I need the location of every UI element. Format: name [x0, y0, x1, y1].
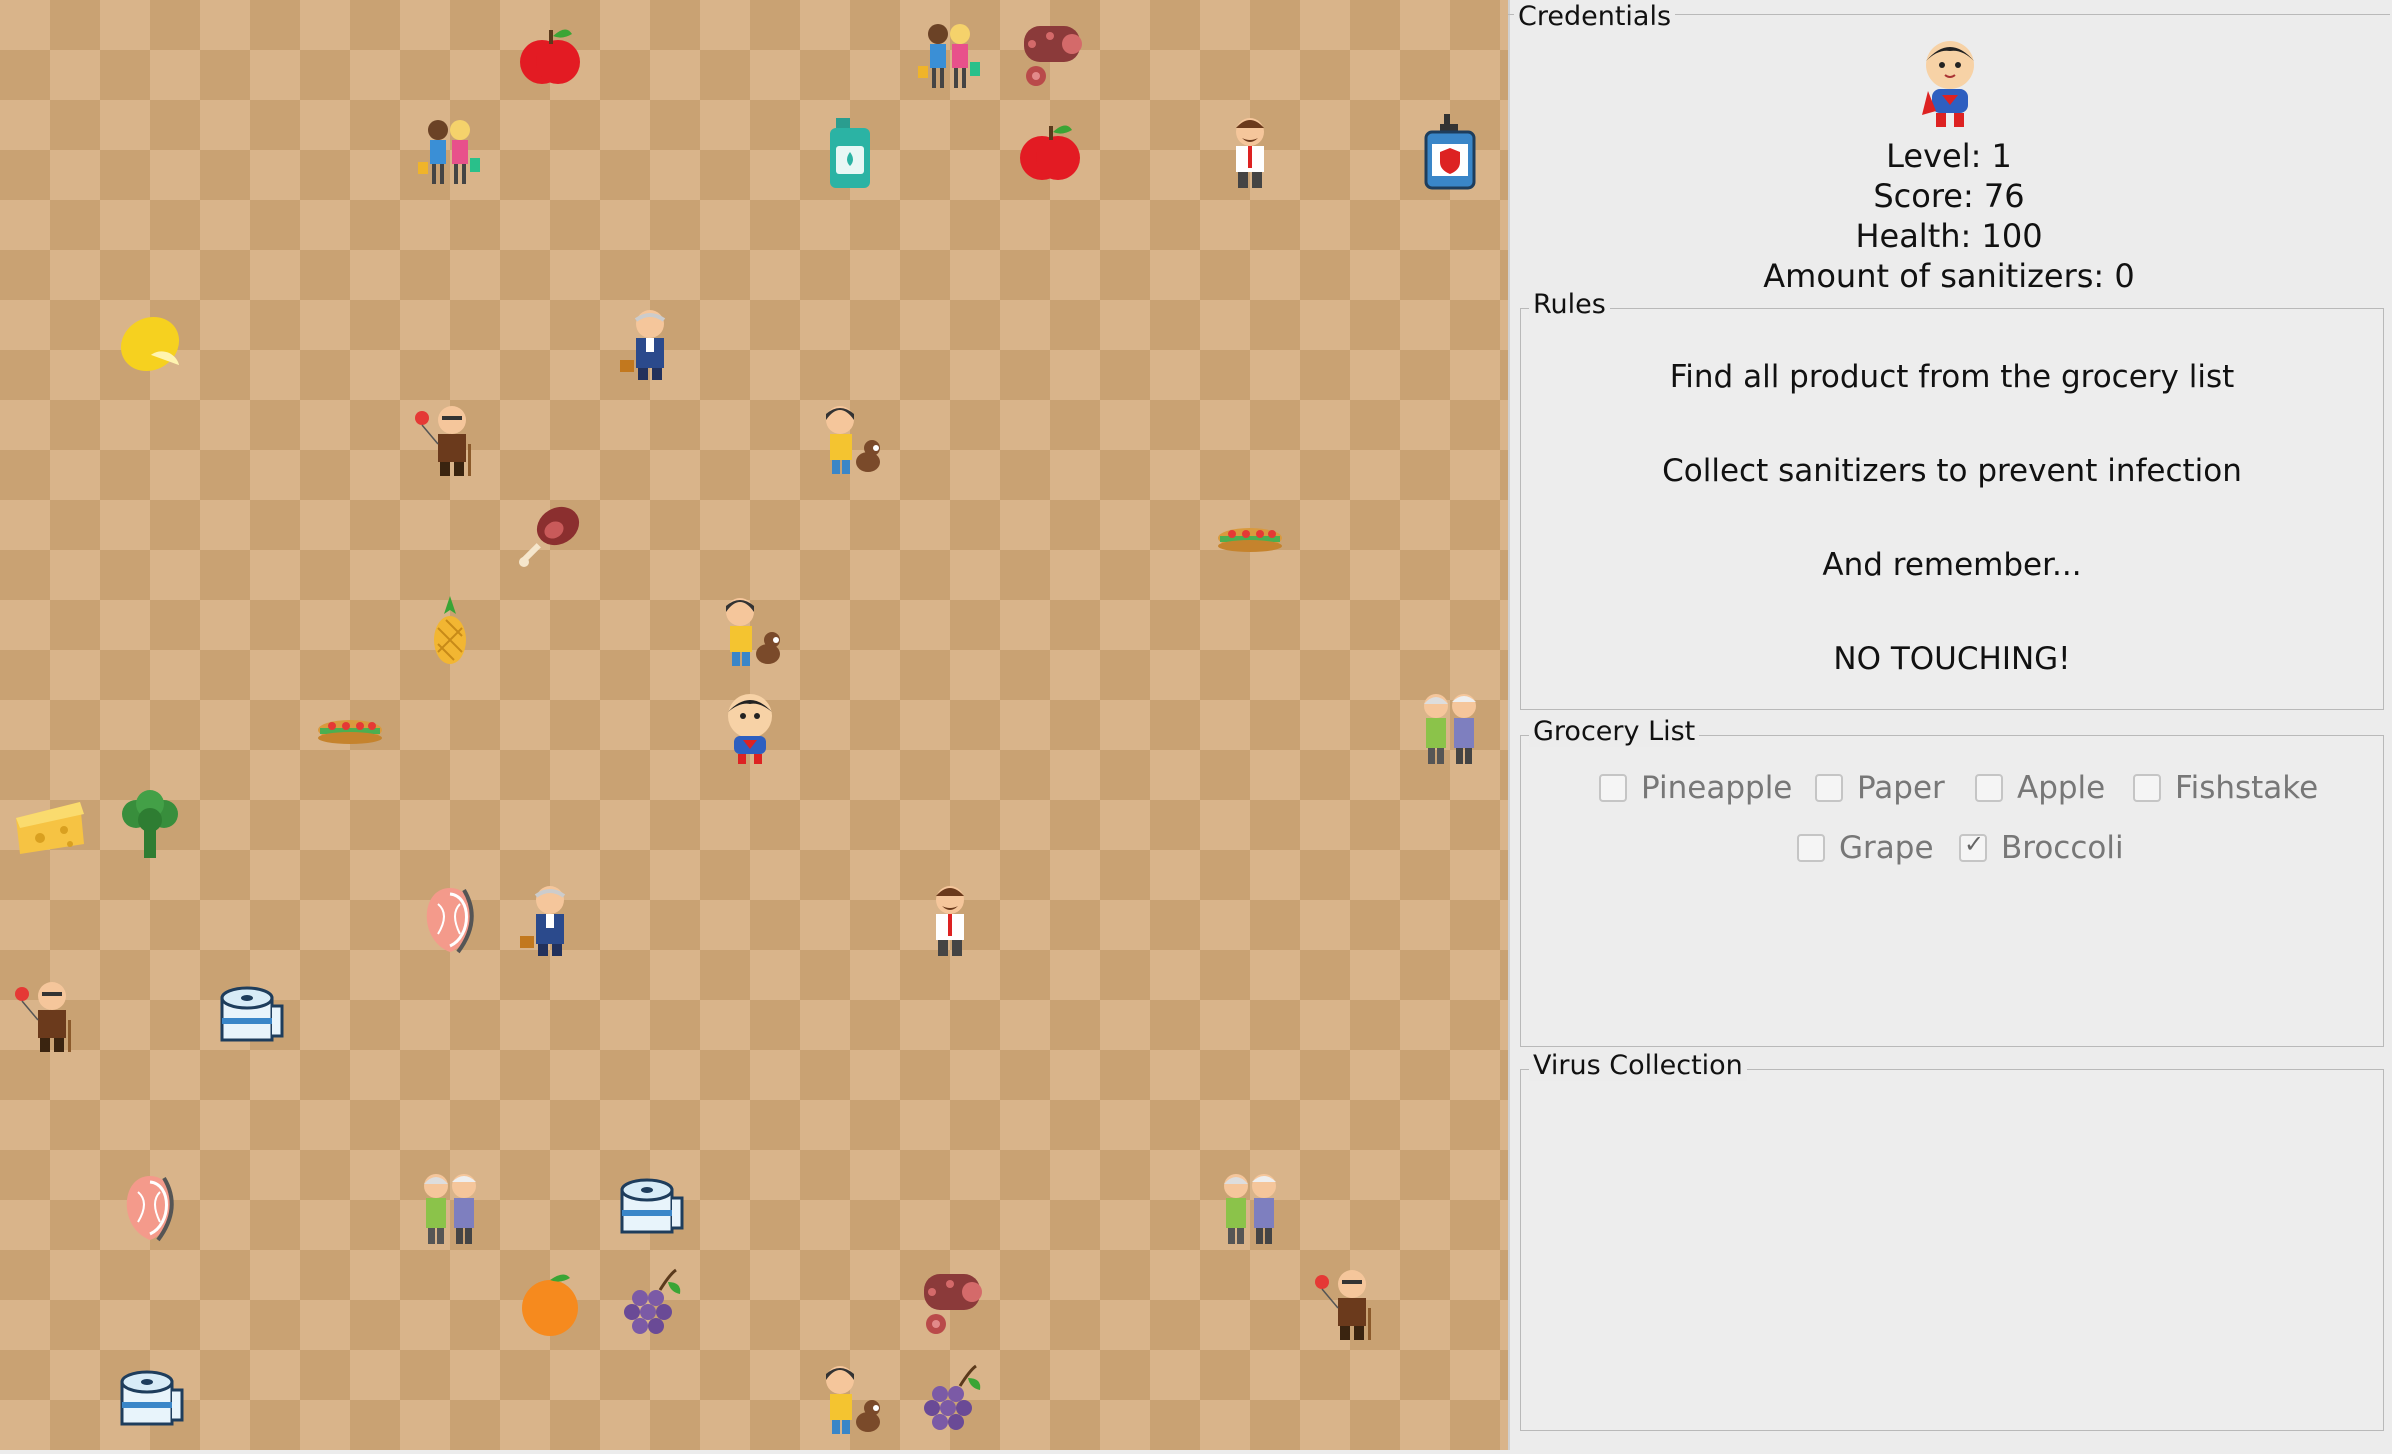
rules-legend: Rules [1529, 289, 1610, 320]
grocery-legend: Grocery List [1529, 716, 1700, 747]
player-hero-icon [700, 680, 800, 776]
sanitizer-count-text: Amount of sanitizers: 0 [1763, 257, 2135, 295]
grapes-icon [600, 1256, 700, 1352]
rule-line-4: NO TOUCHING! [1833, 641, 2071, 677]
orange-icon [500, 1256, 600, 1352]
pineapple-icon [400, 584, 500, 680]
man-mustache-icon [900, 872, 1000, 968]
sandwich-icon [1200, 488, 1300, 584]
salami-icon [1000, 8, 1100, 104]
rule-line-3: And remember... [1822, 547, 2082, 583]
grocery-checkbox-apple[interactable]: Apple [1975, 770, 2105, 806]
player-avatar-icon [1902, 31, 1998, 131]
girl-dog-icon [800, 1352, 900, 1448]
grocery-item-label: Fishstake [2175, 770, 2319, 806]
grocery-checkbox-pineapple[interactable]: Pineapple [1599, 770, 1792, 806]
game-board[interactable] [0, 0, 1510, 1450]
checkbox-box[interactable] [1959, 830, 1987, 862]
elderly-couple-icon [1200, 1160, 1300, 1256]
elderly-couple-icon [1400, 680, 1500, 776]
virus-collection-panel: Virus Collection [1520, 1050, 2384, 1431]
man-mustache-icon [1200, 104, 1300, 200]
grocery-checkbox-grape[interactable]: Grape [1797, 830, 1934, 866]
checkbox-box[interactable] [1797, 834, 1825, 862]
level-text: Level: 1 [1886, 137, 2012, 175]
fish-steak-icon [400, 872, 500, 968]
rule-line-2: Collect sanitizers to prevent infection [1662, 453, 2242, 489]
elderly-couple-icon [400, 1160, 500, 1256]
sanitizer-bottle-icon [800, 104, 900, 200]
sanitizer-spray-icon [1400, 104, 1500, 200]
shoppers-icon [900, 8, 1000, 104]
grocery-item-label: Broccoli [2001, 830, 2124, 866]
credentials-panel: Credentials Level: 1 Score: 76 Health: 1… [1508, 1, 2390, 305]
toilet-paper-icon [200, 968, 300, 1064]
shoppers-icon [400, 104, 500, 200]
health-text: Health: 100 [1855, 217, 2043, 255]
grocery-item-label: Paper [1857, 770, 1945, 806]
old-man-briefcase-icon [600, 296, 700, 392]
credentials-legend: Credentials [1514, 1, 1676, 32]
grocery-list-panel: Grocery List Pineapple Paper Apple Fishs… [1520, 716, 2384, 1047]
checkbox-box[interactable] [2133, 774, 2161, 802]
toilet-paper-icon [600, 1160, 700, 1256]
grandpa-balloon-icon [0, 968, 100, 1064]
cheese-icon [0, 776, 100, 872]
grandpa-balloon-icon [1300, 1256, 1400, 1352]
girl-dog-icon [700, 584, 800, 680]
ham-icon [500, 488, 600, 584]
checkbox-box[interactable] [1815, 774, 1843, 802]
checkbox-box[interactable] [1975, 774, 2003, 802]
fish-steak-icon [100, 1160, 200, 1256]
grocery-checkbox-fishstake[interactable]: Fishstake [2133, 770, 2318, 806]
lemon-icon [100, 296, 200, 392]
grocery-checkbox-paper[interactable]: Paper [1815, 770, 1945, 806]
girl-dog-icon [800, 392, 900, 488]
rule-line-1: Find all product from the grocery list [1669, 359, 2235, 395]
old-man-briefcase-icon [500, 872, 600, 968]
grapes-icon [900, 1352, 1000, 1448]
salami-icon [900, 1256, 1000, 1352]
checkbox-box[interactable] [1599, 774, 1627, 802]
virus-legend: Virus Collection [1529, 1050, 1747, 1081]
grocery-item-label: Pineapple [1641, 770, 1793, 806]
grandpa-balloon-icon [400, 392, 500, 488]
rules-panel: Rules Find all product from the grocery … [1520, 289, 2384, 710]
grocery-item-label: Apple [2017, 770, 2106, 806]
sandwich-icon [300, 680, 400, 776]
apple-icon [500, 8, 600, 104]
broccoli-icon [100, 776, 200, 872]
toilet-paper-icon [100, 1352, 200, 1448]
grocery-checkbox-broccoli[interactable]: Broccoli [1959, 830, 2124, 866]
score-text: Score: 76 [1873, 177, 2025, 215]
grocery-item-label: Grape [1839, 830, 1934, 866]
apple-icon [1000, 104, 1100, 200]
